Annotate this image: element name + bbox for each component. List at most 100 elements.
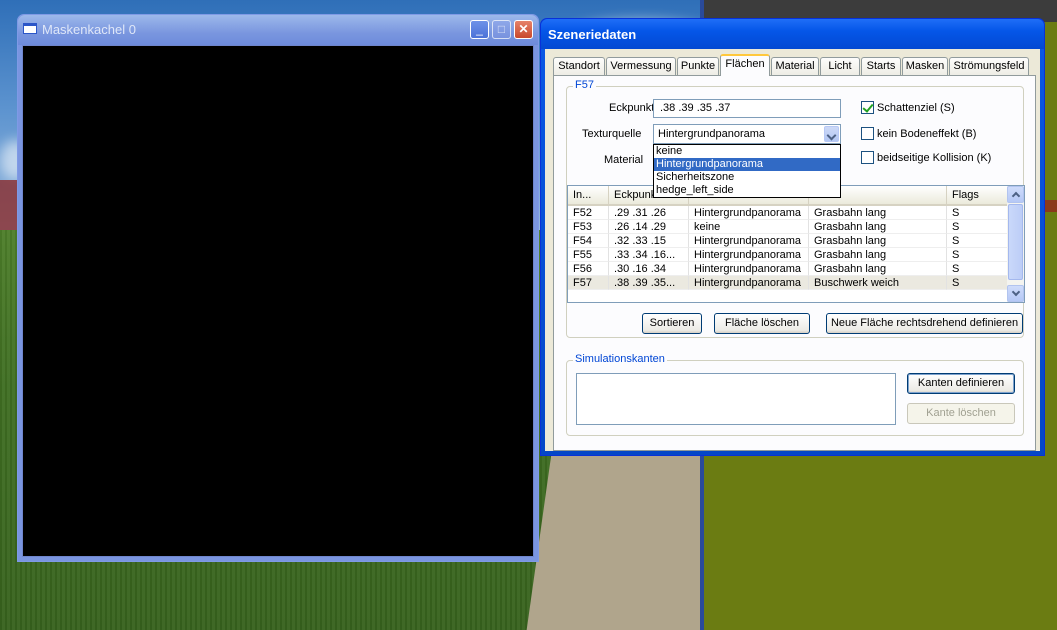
table-cell: Hintergrundpanorama [689,248,809,262]
viewport-marker [1045,200,1057,212]
define-edges-button[interactable]: Kanten definieren [907,373,1015,394]
checkbox-kein-bodeneffekt[interactable]: kein Bodeneffekt (B) [861,127,976,140]
check-icon[interactable] [861,101,874,114]
mask-window-titlebar[interactable]: Maskenkachel 0 _ □ ✕ [18,15,538,45]
minimize-button[interactable]: _ [470,20,489,39]
scroll-up-icon[interactable] [1007,186,1024,203]
chevron-down-icon[interactable] [824,126,839,142]
dropdown-option-sicherheitszone[interactable]: Sicherheitszone [654,171,840,184]
scroll-thumb[interactable] [1008,204,1023,280]
table-cell: keine [689,220,809,234]
table-cell: Hintergrundpanorama [689,276,809,290]
table-cell: F54 [568,234,609,248]
checkbox-box[interactable] [861,127,874,140]
table-cell: S [947,220,1009,234]
scene-window-title: Szeneriedaten [548,27,637,42]
table-cell: S [947,248,1009,262]
table-cell: .30 .16 .34 [609,262,689,276]
table-cell: .29 .31 .26 [609,206,689,220]
tab-stroemungsfeld[interactable]: Strömungsfeld [949,57,1029,75]
tab-licht[interactable]: Licht [820,57,860,75]
face-groupbox: F57 Eckpunkte .38 .39 .35 .37 Texturquel… [566,79,1025,338]
mask-canvas[interactable] [22,45,534,557]
table-row[interactable]: F53.26 .14 .29 keine Grasbahn lang S [568,220,1009,234]
table-cell: .33 .34 .16... [609,248,689,262]
material-label: Material [604,154,644,166]
table-cell: .32 .33 .15 [609,234,689,248]
checkbox-label: kein Bodeneffekt (B) [877,127,977,140]
window-icon [23,23,37,34]
table-cell: Buschwerk weich [809,276,947,290]
table-cell: S [947,206,1009,220]
column-header-index[interactable]: In... [568,186,609,204]
close-button[interactable]: ✕ [514,20,533,39]
close-icon: ✕ [518,22,529,36]
checkbox-box[interactable] [861,151,874,164]
table-cell: Hintergrundpanorama [689,262,809,276]
simulation-edges-list[interactable] [576,373,896,425]
simulation-group-label: Simulationskanten [573,353,667,365]
table-cell: Grasbahn lang [809,234,947,248]
tab-standort[interactable]: Standort [553,57,605,75]
table-cell: S [947,262,1009,276]
checkbox-label: beidseitige Kollision (K) [877,151,992,164]
scene-data-dialog[interactable]: Szeneriedaten Standort Vermessung Punkte… [540,18,1045,456]
new-face-button[interactable]: Neue Fläche rechtsdrehend definieren [826,313,1023,334]
simulation-edges-groupbox: Simulationskanten Kanten definieren Kant… [566,353,1024,436]
faces-tab-panel: F57 Eckpunkte .38 .39 .35 .37 Texturquel… [553,75,1036,451]
checkbox-beidseitige-kollision[interactable]: beidseitige Kollision (K) [861,151,991,164]
delete-face-button[interactable]: Fläche löschen [714,313,810,334]
maximize-button[interactable]: □ [492,20,511,39]
table-row-empty [568,290,1007,302]
table-cell: F52 [568,206,609,220]
scene-window-titlebar[interactable]: Szeneriedaten [541,19,1044,49]
texturquelle-select[interactable]: Hintergrundpanorama [653,124,841,144]
table-scrollbar[interactable] [1007,186,1024,302]
tab-vermessung[interactable]: Vermessung [606,57,676,75]
dropdown-option-hintergrundpanorama[interactable]: Hintergrundpanorama [654,158,840,171]
tab-masken[interactable]: Masken [902,57,948,75]
table-cell: Grasbahn lang [809,248,947,262]
tab-starts[interactable]: Starts [861,57,901,75]
tree-background [0,180,18,230]
texturquelle-dropdown: keine Hintergrundpanorama Sicherheitszon… [653,144,841,198]
table-cell: Hintergrundpanorama [689,234,809,248]
texturquelle-value: Hintergrundpanorama [658,128,766,140]
table-cell: S [947,276,1009,290]
table-cell: .26 .14 .29 [609,220,689,234]
mask-tile-window[interactable]: Maskenkachel 0 _ □ ✕ [17,14,539,562]
table-cell: S [947,234,1009,248]
table-cell: Grasbahn lang [809,220,947,234]
scene-dialog-client: Standort Vermessung Punkte Flächen Mater… [545,49,1040,451]
table-cell: Hintergrundpanorama [689,206,809,220]
table-cell: .38 .39 .35... [609,276,689,290]
table-row[interactable]: F54.32 .33 .15 Hintergrundpanorama Grasbah… [568,234,1009,248]
mask-window-title: Maskenkachel 0 [42,22,136,37]
table-cell: F55 [568,248,609,262]
checkbox-schattenziel[interactable]: Schattenziel (S) [861,101,955,114]
dropdown-option-keine[interactable]: keine [654,145,840,158]
column-header-flags[interactable]: Flags [947,186,1009,204]
table-row[interactable]: F57.38 .39 .35... Hintergrundpanorama Busc… [568,276,1009,290]
minimize-icon: _ [476,22,483,36]
table-row[interactable]: F52.29 .31 .26 Hintergrundpanorama Grasbah… [568,206,1009,220]
face-group-label: F57 [573,79,596,91]
checkbox-label: Schattenziel (S) [877,101,955,114]
sort-button[interactable]: Sortieren [642,313,702,334]
maximize-icon: □ [497,22,506,36]
texturquelle-label: Texturquelle [582,128,642,140]
tab-material[interactable]: Material [771,57,819,75]
table-row[interactable]: F55.33 .34 .16... Hintergrundpanorama Gras… [568,248,1009,262]
faces-table[interactable]: In... Eckpunk rial Flags F52.29 .31 .26H… [567,185,1025,303]
tab-punkte[interactable]: Punkte [677,57,719,75]
table-cell: F53 [568,220,609,234]
table-cell: Grasbahn lang [809,262,947,276]
table-cell: F56 [568,262,609,276]
delete-edge-button[interactable]: Kante löschen [907,403,1015,424]
scroll-down-icon[interactable] [1007,285,1024,302]
eckpunkte-field[interactable]: .38 .39 .35 .37 [653,99,841,118]
table-cell: Grasbahn lang [809,206,947,220]
table-row[interactable]: F56.30 .16 .34 Hintergrundpanorama Grasbah… [568,262,1009,276]
dropdown-option-hedge-left-side[interactable]: hedge_left_side [654,184,840,197]
tab-flaechen[interactable]: Flächen [720,54,770,76]
